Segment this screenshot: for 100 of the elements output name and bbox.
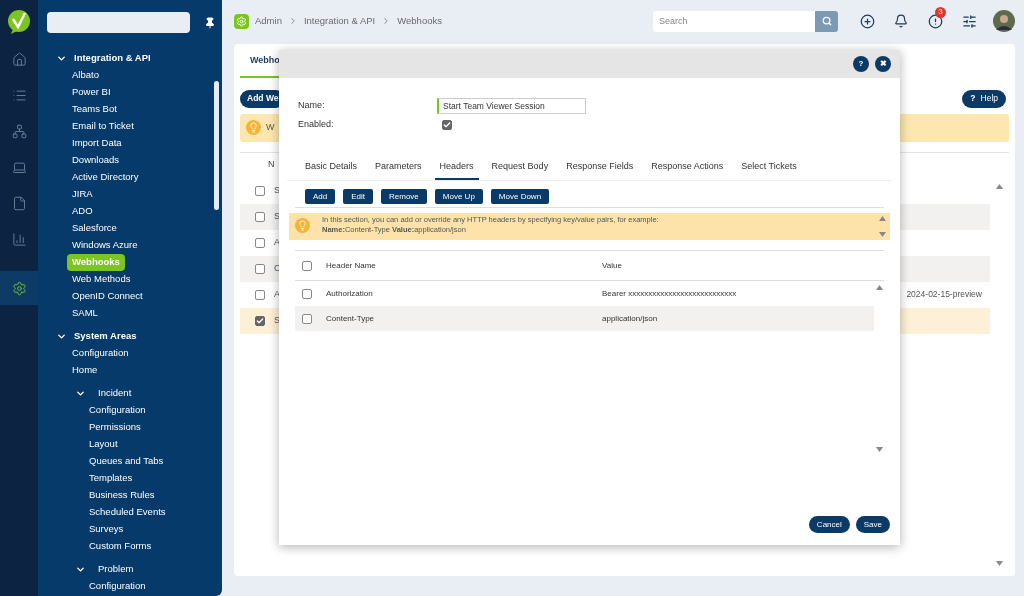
scroll-up-arrow[interactable] [996, 183, 1003, 189]
toolbar-button[interactable]: Remove [381, 189, 427, 204]
sidebar-item[interactable]: Configuration [89, 403, 146, 418]
sidebar-search-field[interactable] [47, 12, 190, 33]
sidebar-item[interactable]: Active Directory [72, 170, 139, 185]
sidebar-item[interactable]: Email to Ticket [72, 119, 134, 134]
table-cell: Bearer xxxxxxxxxxxxxxxxxxxxxxxxxxx [602, 287, 737, 300]
sidebar-group[interactable]: Integration & API [74, 51, 151, 66]
tab[interactable]: Headers [434, 159, 479, 180]
tab[interactable]: Basic Details [300, 159, 363, 180]
checkbox[interactable] [255, 237, 265, 248]
tab[interactable]: Parameters [370, 159, 427, 180]
sidebar-item[interactable]: Import Data [72, 136, 122, 151]
cancel-button[interactable]: Cancel [808, 516, 850, 533]
rail-item[interactable] [0, 271, 38, 305]
alert-icon[interactable] [928, 13, 943, 29]
breadcrumb-link[interactable]: Admin [255, 13, 282, 29]
tab[interactable]: Select Tickets [736, 159, 802, 180]
list-icon [11, 87, 27, 103]
sliders-icon[interactable] [962, 13, 977, 29]
tab[interactable]: Response Actions [646, 159, 729, 180]
sidebar-group[interactable]: System Areas [74, 329, 137, 344]
laptop-icon [11, 159, 27, 175]
sidebar-item[interactable]: Downloads [72, 153, 119, 168]
toolbar-button[interactable]: Move Up [434, 189, 483, 204]
logo-icon [7, 9, 31, 35]
sidebar-item[interactable]: Templates [89, 471, 133, 486]
sidebar-item[interactable]: Teams Bot [72, 102, 117, 117]
field-label: Name: [298, 99, 326, 113]
breadcrumb-link[interactable]: Webhooks [397, 13, 442, 29]
count-badge: 3 [935, 6, 946, 18]
sidebar-item[interactable]: Surveys [89, 522, 124, 537]
help-button[interactable]: ? Help [962, 89, 1006, 108]
chevron-down-icon[interactable] [75, 388, 86, 399]
sidebar-item[interactable]: SAML [72, 306, 98, 321]
checkbox[interactable] [302, 288, 312, 299]
sidebar-item[interactable]: Windows Azure [72, 238, 138, 253]
pin-icon[interactable] [204, 16, 216, 29]
chevron-down-icon[interactable] [75, 564, 86, 575]
avatar[interactable] [993, 10, 1015, 32]
info-text: W [266, 120, 275, 134]
sidebar-item[interactable]: Permissions [89, 420, 141, 435]
sidebar-item[interactable]: Web Methods [72, 272, 131, 287]
sidebar-item[interactable]: Layout [89, 437, 118, 452]
scrollbar[interactable] [214, 81, 219, 210]
checkbox[interactable] [302, 260, 312, 271]
sidebar-item[interactable]: Albato [72, 68, 99, 83]
sidebar-item[interactable]: ADO [72, 204, 93, 219]
tab[interactable]: Request Body [486, 159, 554, 180]
name-field[interactable]: Start Team Viewer Session [437, 98, 586, 114]
sidebar-item[interactable]: Custom Forms [89, 539, 152, 554]
chevron-down-icon[interactable] [56, 331, 67, 342]
save-button[interactable]: Save [855, 516, 890, 533]
help-button[interactable]: ? [853, 56, 869, 72]
sidebar-item[interactable]: Scheduled Events [89, 505, 166, 520]
sidebar-item[interactable]: Configuration [72, 346, 129, 361]
toolbar-button[interactable]: Move Down [490, 189, 550, 204]
column-header: N [268, 158, 275, 172]
sidebar-group[interactable]: Problem [98, 562, 134, 577]
sidebar-item[interactable]: Queues and Tabs [89, 454, 164, 469]
notifications-icon[interactable] [894, 14, 908, 28]
file-icon [11, 195, 27, 211]
chevron-down-icon[interactable] [56, 53, 67, 64]
tab[interactable]: Response Fields [561, 159, 639, 180]
lightbulb-icon [295, 218, 310, 233]
sidebar-item[interactable]: Salesforce [72, 221, 117, 236]
search-icon [821, 16, 832, 26]
sidebar-item[interactable]: Business Rules [89, 488, 155, 503]
search-field[interactable]: Search [653, 10, 815, 32]
scroll-down-arrow[interactable] [879, 232, 886, 237]
toolbar-button[interactable]: Add [305, 189, 336, 204]
search-button[interactable] [815, 10, 838, 32]
sidebar-item[interactable]: Power BI [72, 85, 111, 100]
toolbar-button[interactable]: Edit [343, 189, 374, 204]
checkbox[interactable] [255, 185, 265, 196]
checkbox[interactable] [255, 289, 265, 300]
plus-icon[interactable] [860, 13, 875, 29]
breadcrumb-link[interactable]: Integration & API [303, 13, 376, 29]
scroll-down-arrow[interactable] [875, 447, 883, 452]
checkbox[interactable] [442, 120, 452, 130]
help-icon: ? [970, 92, 976, 105]
table-cell: application/json [602, 312, 658, 325]
scroll-up-arrow[interactable] [879, 216, 886, 221]
admin-icon [234, 13, 249, 29]
sidebar-item[interactable]: OpenID Connect [72, 289, 143, 304]
checkbox[interactable] [255, 263, 265, 274]
sidebar-item[interactable]: Configuration [89, 579, 146, 594]
sidebar-item[interactable]: JIRA [72, 187, 93, 202]
sidebar-group[interactable]: Incident [98, 386, 132, 401]
column-header: Value [602, 259, 622, 272]
checkbox[interactable] [255, 315, 265, 326]
checkbox[interactable] [255, 211, 265, 222]
table-row[interactable]: Content-Type application/json [295, 306, 874, 331]
close-button[interactable]: ✖ [875, 56, 891, 72]
sidebar-item[interactable]: Home [72, 363, 98, 378]
scroll-up-arrow[interactable] [875, 285, 883, 290]
home-icon [11, 51, 27, 67]
checkbox[interactable] [302, 313, 312, 324]
scroll-down-arrow[interactable] [996, 561, 1003, 566]
table-cell: 2024-02-15-preview [906, 288, 982, 301]
